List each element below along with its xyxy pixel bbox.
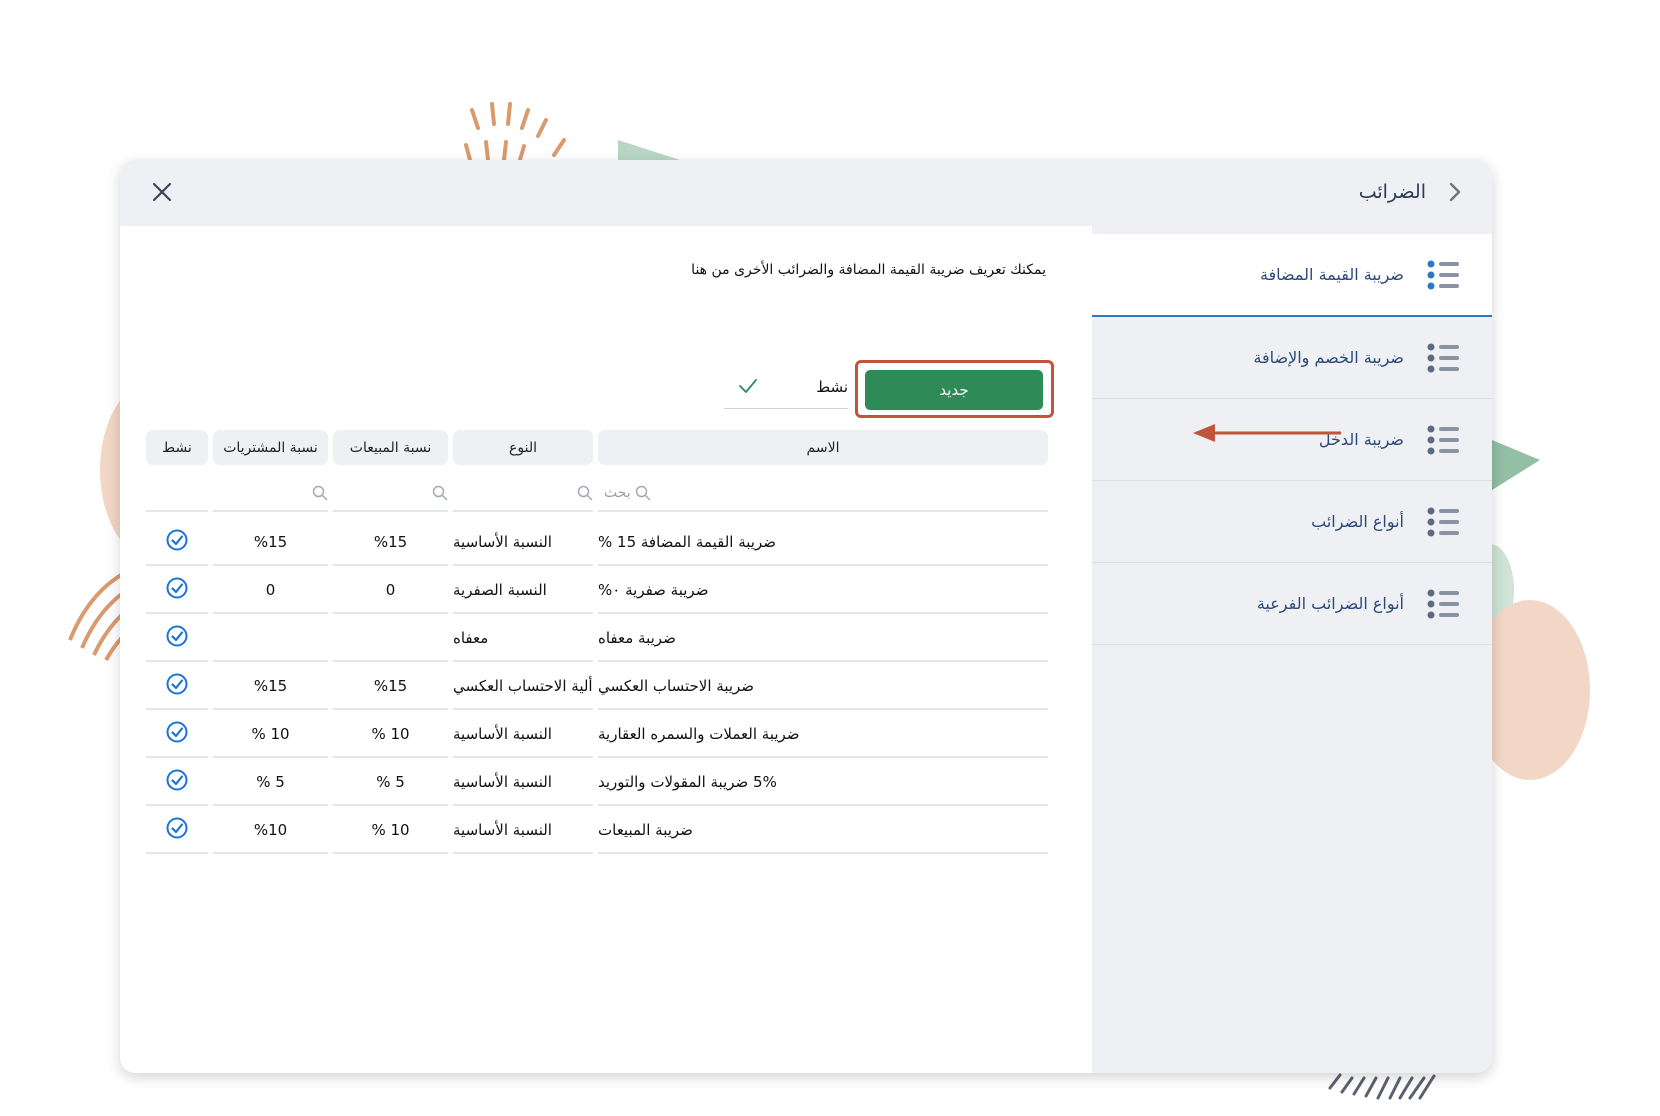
- chevron-right-icon: [1449, 182, 1461, 202]
- sidebar-item-tax-subtypes[interactable]: أنواع الضرائب الفرعية: [1092, 563, 1492, 645]
- search-input-name[interactable]: بحث: [598, 476, 1048, 512]
- table-row[interactable]: ضريبة الاحتساب العكسي ألية الاحتساب العكس…: [146, 662, 1048, 710]
- cell-type: النسبة الأساسية: [453, 520, 593, 566]
- close-button[interactable]: [144, 174, 180, 210]
- cell-active[interactable]: [146, 568, 208, 614]
- cell-name: 5% ضريبة المقولات والتوريد: [598, 760, 1048, 806]
- cell-active[interactable]: [146, 808, 208, 854]
- list-icon: [1426, 587, 1460, 621]
- cell-active[interactable]: [146, 760, 208, 806]
- filter-row: بحث: [146, 468, 1048, 512]
- cell-purchases: [213, 616, 328, 662]
- cell-name: ضريبة المبيعات: [598, 808, 1048, 854]
- cell-name: ضريبة الاحتساب العكسي: [598, 664, 1048, 710]
- cell-purchases: %15: [213, 664, 328, 710]
- cell-purchases: %15: [213, 520, 328, 566]
- cell-type: النسبة الأساسية: [453, 712, 593, 758]
- cell-active[interactable]: [146, 520, 208, 566]
- table-row[interactable]: ضريبة العملات والسمره العقارية النسبة الأ…: [146, 710, 1048, 758]
- column-header-type[interactable]: النوع: [453, 430, 593, 465]
- sidebar-item-label: ضريبة الخصم والإضافة: [1253, 348, 1404, 367]
- cell-name: ضريبة العملات والسمره العقارية: [598, 712, 1048, 758]
- column-header-purchases[interactable]: نسبة المشتريات: [213, 430, 328, 465]
- search-input-type[interactable]: [453, 476, 593, 512]
- cell-purchases: % 5: [213, 760, 328, 806]
- column-header-name[interactable]: الاسم: [598, 430, 1048, 465]
- title-group: الضرائب: [1359, 172, 1462, 212]
- cell-active[interactable]: [146, 664, 208, 710]
- cell-purchases: 0: [213, 568, 328, 614]
- cell-sales: [333, 616, 448, 662]
- cell-sales: % 10: [333, 712, 448, 758]
- search-icon: [635, 485, 651, 501]
- taxes-window: الضرائب ضريبة القيمة المضافة ضريبة الخصم…: [120, 160, 1492, 1073]
- table-row[interactable]: ضريبة صفرية ٠% النسبة الصفرية 0 0: [146, 566, 1048, 614]
- cell-sales: % 10: [333, 808, 448, 854]
- sidebar-item-label: ضريبة القيمة المضافة: [1259, 265, 1404, 284]
- taxes-table: الاسم النوع نسبة المبيعات نسبة المشتريات…: [146, 430, 1048, 854]
- new-button[interactable]: جديد: [865, 370, 1043, 410]
- table-row[interactable]: ضريبة معفاه معفاه: [146, 614, 1048, 662]
- check-circle-icon: [165, 672, 189, 700]
- arrow-left-icon: [1193, 424, 1341, 442]
- check-circle-icon: [165, 768, 189, 796]
- cell-purchases: % 10: [213, 712, 328, 758]
- check-icon: [736, 374, 760, 402]
- page-title: الضرائب: [1358, 181, 1426, 203]
- sidebar-item-vat[interactable]: ضريبة القيمة المضافة: [1092, 234, 1492, 317]
- cell-name: ضريبة صفرية ٠%: [598, 568, 1048, 614]
- main-content: يمكنك تعريف ضريبة القيمة المضافة والضرائ…: [120, 226, 1092, 1073]
- search-input-sales[interactable]: [333, 476, 448, 512]
- table-row[interactable]: ضريبة القيمة المضافة 15 % النسبة الأساسية…: [146, 518, 1048, 566]
- table-row[interactable]: ضريبة المبيعات النسبة الأساسية% 10 %10: [146, 806, 1048, 854]
- cell-type: النسبة الصفرية: [453, 568, 593, 614]
- page-description: يمكنك تعريف ضريبة القيمة المضافة والضرائ…: [691, 262, 1046, 278]
- column-header-active[interactable]: نشط: [146, 430, 208, 465]
- cell-sales: % 5: [333, 760, 448, 806]
- check-circle-icon: [165, 576, 189, 604]
- sidebar: ضريبة القيمة المضافة ضريبة الخصم والإضاف…: [1091, 226, 1492, 1073]
- cell-sales: %15: [333, 520, 448, 566]
- table-row[interactable]: 5% ضريبة المقولات والتوريد النسبة الأساسي…: [146, 758, 1048, 806]
- cell-type: ألية الاحتساب العكسي: [453, 664, 593, 710]
- column-header-sales[interactable]: نسبة المبيعات: [333, 430, 448, 465]
- cell-sales: %15: [333, 664, 448, 710]
- cell-name: ضريبة القيمة المضافة 15 %: [598, 520, 1048, 566]
- cell-sales: 0: [333, 568, 448, 614]
- check-circle-icon: [165, 720, 189, 748]
- search-icon: [432, 485, 448, 501]
- cell-type: معفاه: [453, 616, 593, 662]
- list-icon: [1426, 341, 1460, 375]
- sidebar-item-tax-types[interactable]: أنواع الضرائب: [1092, 481, 1492, 563]
- filter-cell-active: [146, 476, 208, 512]
- cell-type: النسبة الأساسية: [453, 760, 593, 806]
- sidebar-item-label: أنواع الضرائب الفرعية: [1256, 594, 1404, 613]
- active-filter-toggle[interactable]: نشط: [724, 368, 848, 409]
- cell-type: النسبة الأساسية: [453, 808, 593, 854]
- sidebar-item-label: أنواع الضرائب: [1311, 512, 1404, 531]
- table-header: الاسم النوع نسبة المبيعات نسبة المشتريات…: [146, 430, 1048, 468]
- list-icon: [1426, 258, 1460, 292]
- sidebar-item-withholding[interactable]: ضريبة الخصم والإضافة: [1092, 317, 1492, 399]
- cell-purchases: %10: [213, 808, 328, 854]
- check-circle-icon: [165, 624, 189, 652]
- list-icon: [1426, 423, 1460, 457]
- check-circle-icon: [165, 528, 189, 556]
- close-icon: [152, 182, 172, 202]
- active-filter-label: نشط: [816, 378, 848, 396]
- cell-active[interactable]: [146, 712, 208, 758]
- back-button[interactable]: [1448, 181, 1462, 203]
- search-input-purchases[interactable]: [213, 476, 328, 512]
- cell-name: ضريبة معفاه: [598, 616, 1048, 662]
- search-icon: [577, 485, 593, 501]
- title-bar: الضرائب: [120, 160, 1492, 227]
- check-circle-icon: [165, 816, 189, 844]
- table-body: ضريبة القيمة المضافة 15 % النسبة الأساسية…: [146, 518, 1048, 854]
- cell-active[interactable]: [146, 616, 208, 662]
- search-icon: [312, 485, 328, 501]
- search-placeholder: بحث: [604, 485, 631, 501]
- list-icon: [1426, 505, 1460, 539]
